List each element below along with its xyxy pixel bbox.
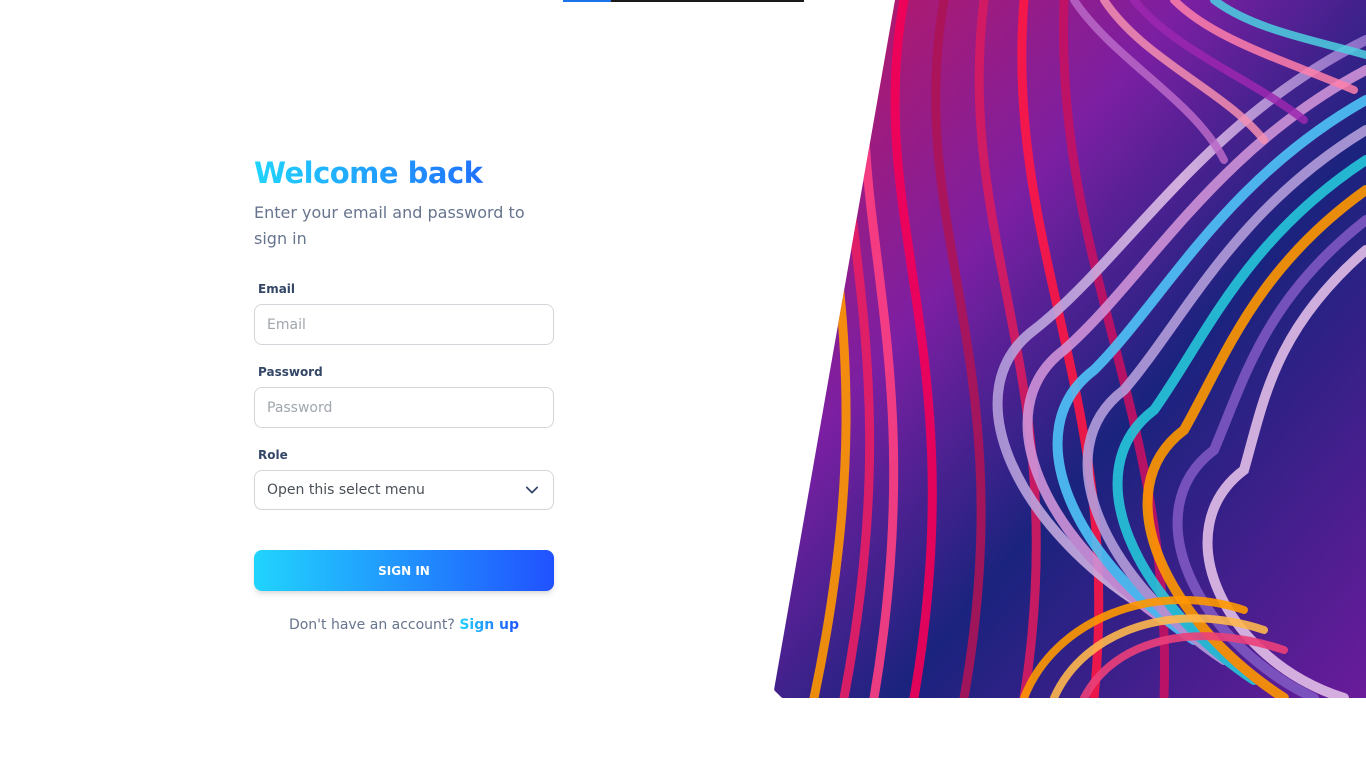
role-select-value: Open this select menu [267,482,425,498]
page-title: Welcome back [254,150,554,196]
abstract-swirl-image [774,0,1366,698]
top-progress-accent [563,0,611,2]
chevron-down-icon [525,486,539,494]
role-label: Role [258,448,288,462]
email-field[interactable] [254,304,554,345]
sign-in-button[interactable]: SIGN IN [254,550,554,591]
signup-prompt-text: Don't have an account? [288,617,455,633]
password-label: Password [258,365,323,379]
sign-in-form: Welcome back Enter your email and passwo… [254,150,554,633]
signup-prompt: Don't have an account? Sign up [254,617,554,633]
sign-up-link[interactable]: Sign up [459,617,519,633]
email-label: Email [258,282,296,296]
page-subtitle: Enter your email and password to sign in [254,203,525,248]
password-field[interactable] [254,387,554,428]
top-progress-strip [563,0,804,2]
role-select[interactable]: Open this select menu [254,470,554,510]
decorative-background-art [774,0,1366,698]
